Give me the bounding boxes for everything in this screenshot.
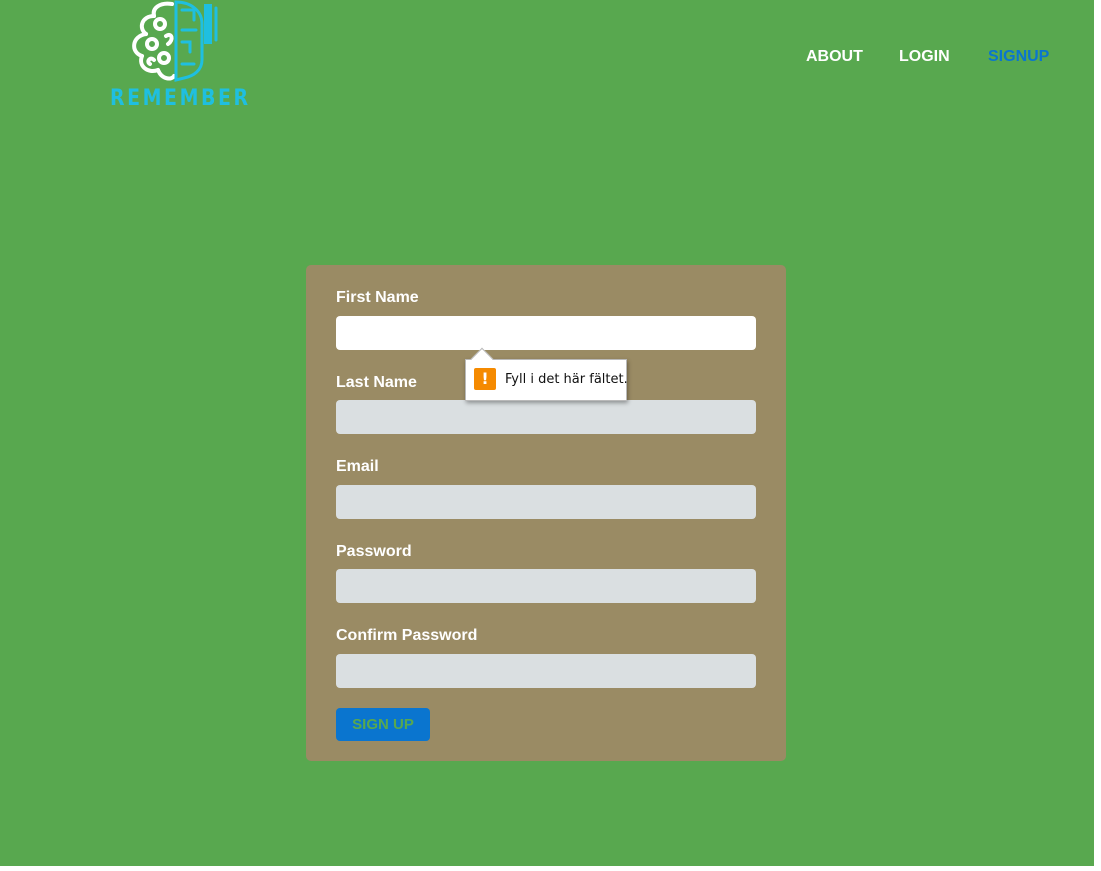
top-nav: ABOUT LOGIN SIGNUP: [0, 48, 1094, 68]
validation-tooltip: ! Fyll i det här fältet.: [465, 347, 628, 401]
email-input[interactable]: [336, 485, 756, 519]
validation-message: Fyll i det här fältet.: [505, 372, 628, 387]
first-name-label: First Name: [336, 289, 419, 306]
nav-signup-link[interactable]: SIGNUP: [988, 48, 1049, 66]
page: REMEMBER ABOUT LOGIN SIGNUP First Name L…: [0, 0, 1094, 866]
signup-form: First Name Last Name Email Password Conf…: [306, 265, 786, 761]
logo-text: REMEMBER: [110, 86, 251, 111]
password-input[interactable]: [336, 569, 756, 603]
confirm-password-label: Confirm Password: [336, 627, 478, 644]
nav-login-link[interactable]: LOGIN: [899, 48, 950, 66]
confirm-password-input[interactable]: [336, 654, 756, 688]
sign-up-button[interactable]: SIGN UP: [336, 708, 430, 741]
nav-about-link[interactable]: ABOUT: [806, 48, 863, 66]
brain-icon: [132, 0, 218, 82]
first-name-input[interactable]: [336, 316, 756, 350]
password-label: Password: [336, 543, 412, 560]
last-name-input[interactable]: [336, 400, 756, 434]
email-label: Email: [336, 458, 379, 475]
warning-icon: !: [474, 368, 496, 390]
last-name-label: Last Name: [336, 374, 417, 391]
